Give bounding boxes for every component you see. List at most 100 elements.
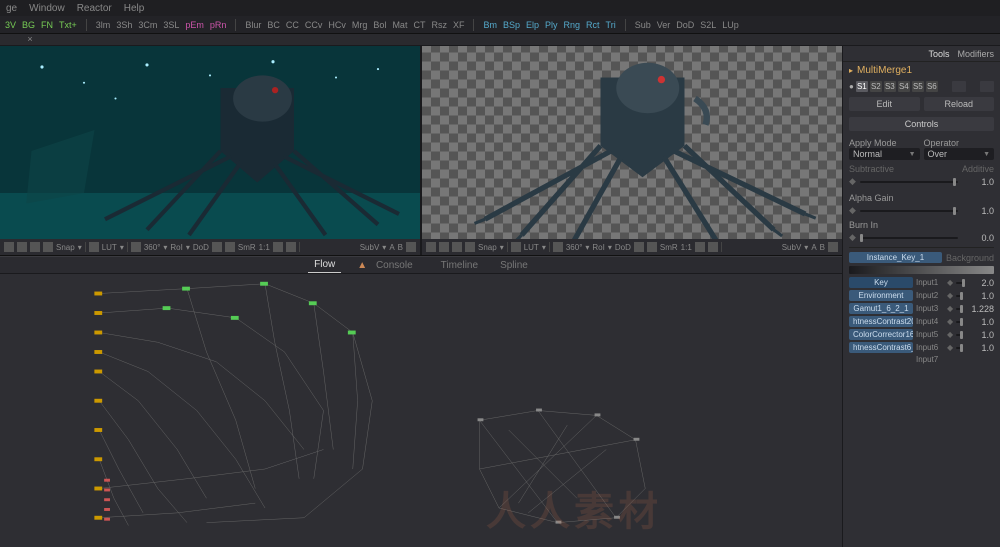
input-chip[interactable]: htnessContrast20: [849, 316, 913, 327]
lock-icon[interactable]: [634, 242, 644, 252]
subv-toggle[interactable]: SubV: [782, 243, 802, 252]
lock-icon[interactable]: [952, 81, 966, 92]
keyframe-icon[interactable]: ◆: [947, 304, 953, 313]
norm-icon[interactable]: [273, 242, 283, 252]
tool-3lm[interactable]: 3lm: [95, 20, 112, 30]
viewer-a-image[interactable]: [0, 46, 420, 239]
apply-mode-dropdown[interactable]: Normal▼: [849, 148, 920, 160]
controls-tab[interactable]: Controls: [849, 117, 994, 131]
input-slider[interactable]: [956, 282, 963, 284]
dod-toggle[interactable]: DoD: [193, 243, 209, 252]
keyframe-icon[interactable]: ◆: [947, 343, 953, 352]
controls-icon[interactable]: [647, 242, 657, 252]
keyframe-icon[interactable]: ◆: [947, 278, 953, 287]
input-chip[interactable]: Environment: [849, 290, 913, 301]
one-to-one[interactable]: 1:1: [259, 243, 270, 252]
guides-icon[interactable]: [131, 242, 141, 252]
tool-rsz[interactable]: Rsz: [430, 20, 448, 30]
version-s2[interactable]: S2: [870, 81, 882, 92]
tool-hcv[interactable]: HCv: [327, 20, 347, 30]
roi-toggle[interactable]: RoI: [592, 243, 604, 252]
tool-fn[interactable]: FN: [40, 20, 54, 30]
keyframe-icon[interactable]: ◆: [947, 330, 953, 339]
tool-elp[interactable]: Elp: [525, 20, 540, 30]
fit-icon[interactable]: [17, 242, 27, 252]
zoom-icon[interactable]: [4, 242, 14, 252]
burn-in-value[interactable]: 0.0: [962, 233, 994, 243]
alpha-gain-slider[interactable]: [860, 210, 958, 212]
360-toggle[interactable]: 360°: [566, 243, 583, 252]
one-to-one[interactable]: 1:1: [681, 243, 692, 252]
reload-button[interactable]: Reload: [924, 97, 995, 111]
stereo-icon[interactable]: [465, 242, 475, 252]
tool-xf[interactable]: XF: [452, 20, 466, 30]
split-icon[interactable]: [406, 242, 416, 252]
tab-console[interactable]: ▲ Console: [351, 258, 424, 273]
tool-prn[interactable]: pRn: [209, 20, 228, 30]
input-chip[interactable]: htnessContrast6_2: [849, 342, 913, 353]
tool-bsp[interactable]: BSp: [502, 20, 521, 30]
smr-toggle[interactable]: SmR: [238, 243, 256, 252]
keyframe-icon[interactable]: ◆: [947, 291, 953, 300]
smr-toggle[interactable]: SmR: [660, 243, 678, 252]
input-slider[interactable]: [956, 308, 963, 310]
snap-label[interactable]: Snap: [56, 243, 75, 252]
tool-mrg[interactable]: Mrg: [351, 20, 369, 30]
viewer-b-image[interactable]: [422, 46, 842, 239]
tool-sub[interactable]: Sub: [634, 20, 652, 30]
tool-dod[interactable]: DoD: [675, 20, 695, 30]
guides-icon[interactable]: [553, 242, 563, 252]
tool-3cm[interactable]: 3Cm: [137, 20, 158, 30]
dod-toggle[interactable]: DoD: [615, 243, 631, 252]
keyframe-icon[interactable]: ◆: [849, 176, 856, 187]
input-chip[interactable]: Gamut1_6_2_1: [849, 303, 913, 314]
input-slider[interactable]: [956, 334, 963, 336]
roi-toggle[interactable]: RoI: [170, 243, 182, 252]
stereo-icon[interactable]: [43, 242, 53, 252]
layer-gradient[interactable]: [849, 266, 994, 274]
input-slider[interactable]: [956, 295, 963, 297]
tool-bm[interactable]: Bm: [482, 20, 498, 30]
version-s4[interactable]: S4: [898, 81, 910, 92]
input-value[interactable]: 1.0: [966, 291, 994, 301]
tool-bg[interactable]: BG: [21, 20, 36, 30]
menu-item[interactable]: ge: [6, 3, 17, 14]
tool-bc[interactable]: BC: [266, 20, 281, 30]
menu-item[interactable]: Reactor: [77, 3, 112, 14]
channel-icon[interactable]: [511, 242, 521, 252]
tool-3sh[interactable]: 3Sh: [115, 20, 133, 30]
keyframe-icon[interactable]: ◆: [947, 317, 953, 326]
checker-icon[interactable]: [708, 242, 718, 252]
lut-toggle[interactable]: LUT: [524, 243, 539, 252]
input-value[interactable]: 2.0: [966, 278, 994, 288]
subv-toggle[interactable]: SubV: [360, 243, 380, 252]
tool-mat[interactable]: Mat: [391, 20, 408, 30]
tool-ccv[interactable]: CCv: [304, 20, 324, 30]
tool-3sl[interactable]: 3SL: [162, 20, 180, 30]
input-value[interactable]: 1.0: [966, 343, 994, 353]
checker-icon[interactable]: [286, 242, 296, 252]
operator-dropdown[interactable]: Over▼: [924, 148, 995, 160]
a-buffer[interactable]: A: [811, 243, 816, 252]
channel-icon[interactable]: [89, 242, 99, 252]
snap-label[interactable]: Snap: [478, 243, 497, 252]
tool-pem[interactable]: pEm: [184, 20, 205, 30]
input-chip[interactable]: ColorCorrector16: [849, 329, 913, 340]
keyframe-icon[interactable]: ◆: [849, 205, 856, 216]
tool-lup[interactable]: LUp: [721, 20, 740, 30]
tool-txt[interactable]: Txt+: [58, 20, 78, 30]
settings-icon[interactable]: [980, 81, 994, 92]
input-value[interactable]: 1.228: [966, 304, 994, 314]
version-s1[interactable]: S1: [856, 81, 868, 92]
input-slider[interactable]: [956, 321, 963, 323]
input-slider[interactable]: [956, 347, 963, 349]
split-icon[interactable]: [828, 242, 838, 252]
tab-timeline[interactable]: Timeline: [435, 258, 484, 273]
polyline-icon[interactable]: [30, 242, 40, 252]
polyline-icon[interactable]: [452, 242, 462, 252]
input-value[interactable]: 1.0: [966, 317, 994, 327]
subtractive-additive-slider[interactable]: [860, 181, 958, 183]
360-toggle[interactable]: 360°: [144, 243, 161, 252]
b-buffer[interactable]: B: [820, 243, 825, 252]
tab-modifiers[interactable]: Modifiers: [957, 49, 994, 59]
